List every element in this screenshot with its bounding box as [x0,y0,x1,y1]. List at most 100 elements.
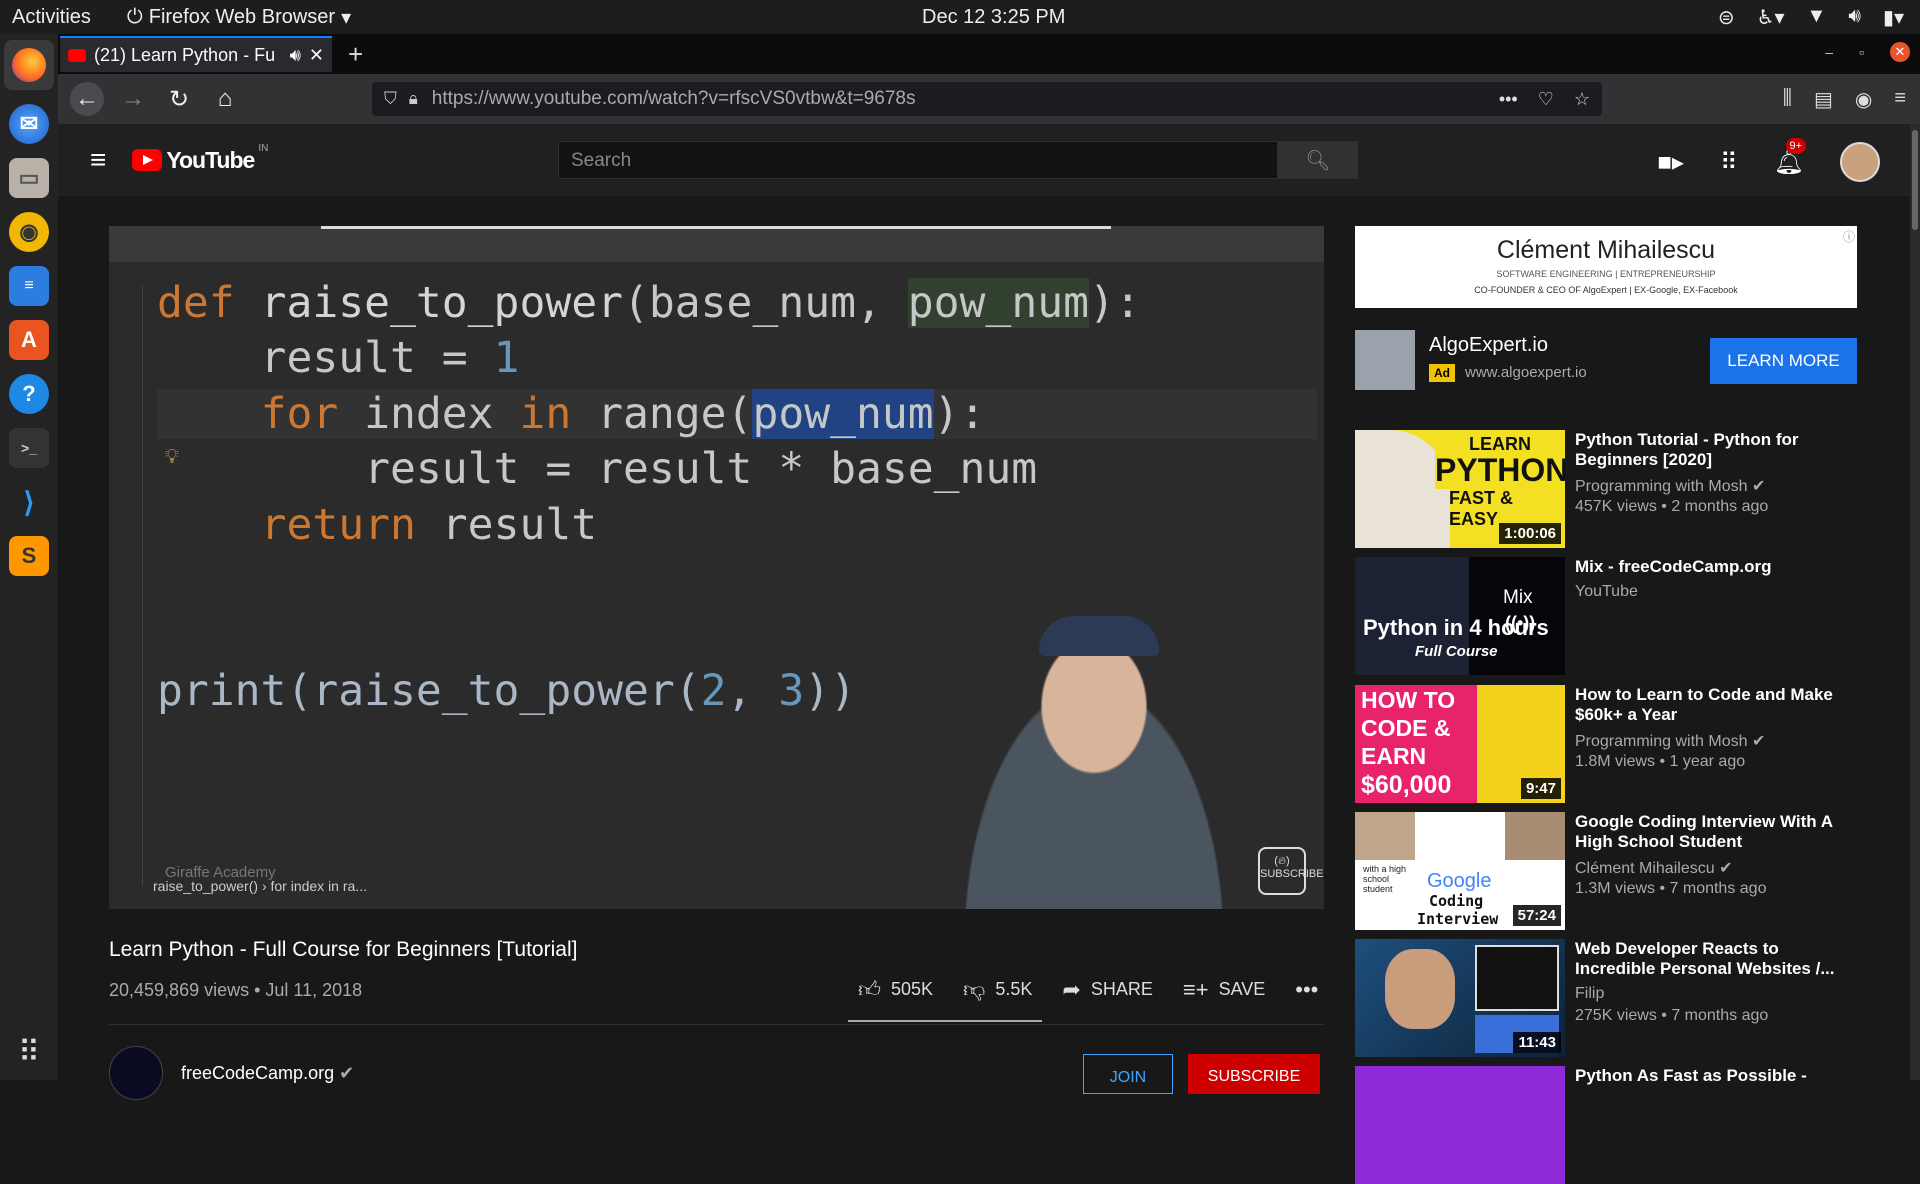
sidebar-icon[interactable]: ▤ [1814,87,1833,112]
channel-avatar[interactable] [109,1046,163,1100]
wifi-icon[interactable]: ▼ [1807,5,1827,30]
scrollbar-thumb[interactable] [1912,130,1918,230]
new-tab-icon[interactable]: + [348,39,363,70]
maximize-icon[interactable]: ▫ [1859,44,1864,60]
recommendation-title[interactable]: Python Tutorial - Python for Beginners [… [1575,430,1845,470]
search-input[interactable]: Search [558,141,1278,179]
avatar[interactable] [1840,142,1880,182]
lock-icon[interactable]: 🔒︎ [409,89,418,109]
video-progress-bar[interactable] [321,226,1111,229]
recommendation-item[interactable]: Python As Fast as Possible - [1355,1066,1857,1184]
video-thumbnail[interactable]: LEARN PYTHON FAST & EASY 1:00:06 [1355,430,1565,548]
learn-more-button[interactable]: LEARN MORE [1710,338,1857,384]
recommendation-title[interactable]: Mix - freeCodeCamp.org [1575,557,1845,577]
recommendation-title[interactable]: Google Coding Interview With A High Scho… [1575,812,1845,852]
forward-icon[interactable]: → [116,82,150,116]
save-button[interactable]: ≡+ SAVE [1183,977,1265,1003]
subscribe-button[interactable]: SUBSCRIBE [1188,1054,1320,1094]
apps-grid-icon[interactable]: ⠿ [1720,148,1738,177]
recommendation-item[interactable]: HOW TO CODE & EARN $60,000 9:47 How to L… [1355,685,1857,803]
search-button[interactable]: 🔍︎ [1278,141,1358,179]
youtube-logo[interactable]: YouTube IN [132,143,268,174]
recommendation-item[interactable]: 11:43 Web Developer Reacts to Incredible… [1355,939,1857,1057]
reload-icon[interactable]: ↻ [162,82,196,116]
ad-title[interactable]: AlgoExpert.io [1429,334,1548,357]
recommendation-channel[interactable]: Programming with Mosh ✔ [1575,476,1765,496]
recommendation-item[interactable]: Python in 4 hours Full Course Mix ((•)) … [1355,557,1857,675]
menu-icon[interactable]: ≡ [1894,87,1906,112]
ad-badge: Ad [1429,364,1455,382]
video-thumbnail[interactable] [1355,1066,1565,1184]
recommendation-title[interactable]: Python As Fast as Possible - [1575,1066,1845,1086]
channel-row: freeCodeCamp.org ✔ [109,1046,354,1100]
create-video-icon[interactable]: ■▸ [1657,148,1684,177]
code-line: def raise_to_power(base_num, pow_num): [157,278,1141,328]
activities-button[interactable]: Activities [12,6,91,29]
url-bar[interactable]: ⛉ 🔒︎ https://www.youtube.com/watch?v=rfs… [372,82,1602,116]
notification-badge: 9+ [1785,137,1807,154]
sublime-icon[interactable]: S [9,536,49,576]
video-thumbnail[interactable]: 11:43 [1355,939,1565,1057]
youtube-favicon-icon [68,48,86,62]
accessibility-icon[interactable]: ♿︎▾ [1757,5,1785,30]
video-player[interactable]: def raise_to_power(base_num, pow_num): r… [109,226,1324,909]
video-thumbnail[interactable]: with a high school student Google Coding… [1355,812,1565,930]
video-thumbnail[interactable]: Python in 4 hours Full Course Mix ((•)) [1355,557,1565,675]
recommendation-channel[interactable]: Clément Mihailescu ✔ [1575,858,1732,878]
url-text[interactable]: https://www.youtube.com/watch?v=rfscVS0v… [432,88,916,110]
more-actions-button[interactable]: ••• [1295,977,1318,1003]
ad-row[interactable]: AlgoExpert.io Ad www.algoexpert.io LEARN… [1355,328,1857,392]
like-button[interactable]: 👍︎ 505K [858,976,933,1003]
recommendation-title[interactable]: Web Developer Reacts to Incredible Perso… [1575,939,1845,979]
home-icon[interactable]: ⌂ [208,82,242,116]
pocket-icon[interactable]: ♡ [1538,89,1554,110]
page-scrollbar[interactable] [1910,124,1920,1080]
video-thumbnail[interactable]: HOW TO CODE & EARN $60,000 9:47 [1355,685,1565,803]
close-tab-icon[interactable]: ✕ [309,45,324,66]
channel-name[interactable]: freeCodeCamp.org ✔ [181,1063,354,1084]
show-apps-icon[interactable]: ⠿ [18,1035,40,1070]
recommendation-channel[interactable]: YouTube [1575,583,1638,601]
vscode-icon[interactable]: ⟩ [9,482,49,522]
status-icon[interactable]: ⊜ [1718,5,1735,30]
browser-tab[interactable]: (21) Learn Python - Fu 🔊︎ ✕ [60,36,332,72]
thumb-text: Full Course [1415,643,1498,660]
recommendation-item[interactable]: with a high school student Google Coding… [1355,812,1857,930]
writer-icon[interactable]: ≡ [9,266,49,306]
speaker-icon[interactable]: 🔊︎ [290,45,301,66]
software-icon[interactable]: A [9,320,49,360]
battery-icon[interactable]: ▮▾ [1883,5,1904,30]
bookmark-star-icon[interactable]: ☆ [1574,89,1590,110]
app-menu[interactable]: ⏻ Firefox Web Browser ▾ [127,5,351,30]
ad-info-icon[interactable]: ⓘ [1843,228,1855,245]
recommendation-channel[interactable]: Programming with Mosh ✔ [1575,731,1765,751]
guide-menu-icon[interactable]: ≡ [90,144,106,176]
volume-icon[interactable]: 🔊︎ [1848,5,1861,30]
duration-badge: 11:43 [1513,1032,1561,1053]
terminal-icon[interactable]: >_ [9,428,49,468]
library-icon[interactable]: ⫼ [1783,87,1792,112]
dislike-button[interactable]: 👎︎ 5.5K [963,976,1032,1003]
shield-icon[interactable]: ⛉ [384,89,397,109]
rhythmbox-icon[interactable]: ◉ [9,212,49,252]
firefox-icon[interactable] [4,40,54,90]
thunderbird-icon[interactable]: ✉ [9,104,49,144]
minimize-icon[interactable]: – [1825,44,1833,60]
account-icon[interactable]: ◉ [1855,87,1872,112]
join-button[interactable]: JOIN [1083,1054,1173,1094]
system-tray[interactable]: ⊜ ♿︎▾ ▼ 🔊︎ ▮▾ [1718,5,1904,30]
files-icon[interactable]: ▭ [9,158,49,198]
clock[interactable]: Dec 12 3:25 PM [922,6,1065,29]
recommendation-item[interactable]: LEARN PYTHON FAST & EASY 1:00:06 Python … [1355,430,1857,548]
page-actions-icon[interactable]: ••• [1499,89,1518,110]
thumb-text: Interview [1417,910,1499,928]
recommendation-title[interactable]: How to Learn to Code and Make $60k+ a Ye… [1575,685,1845,725]
share-button[interactable]: ➦ SHARE [1062,977,1152,1003]
recommendation-channel[interactable]: Filip [1575,985,1604,1003]
help-icon[interactable]: ? [9,374,49,414]
notifications-button[interactable]: 🔔︎ 9+ [1774,137,1807,177]
back-icon[interactable]: ← [70,82,104,116]
close-window-icon[interactable]: ✕ [1890,42,1910,62]
ad-banner[interactable]: Clément Mihailescu SOFTWARE ENGINEERING … [1355,226,1857,308]
channel-watermark-icon[interactable]: (🔥︎) SUBSCRIBE [1258,847,1324,895]
